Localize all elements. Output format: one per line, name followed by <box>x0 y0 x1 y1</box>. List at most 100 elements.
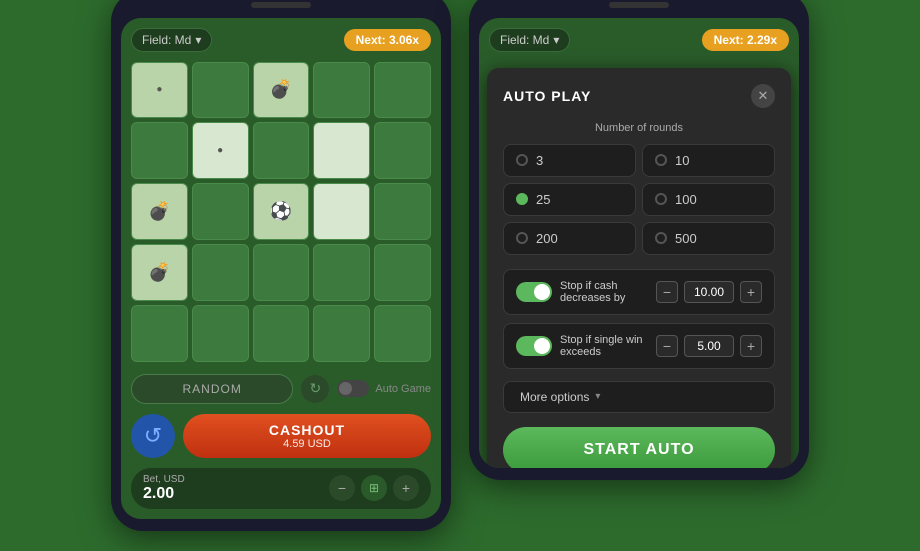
dot-icon: ● <box>156 84 162 95</box>
bet-controls: − ⊞ + <box>329 475 419 501</box>
left-phone: Field: Md ▾ Next: 3.06x ● 💣 ● <box>111 0 451 531</box>
stop-cash-toggle[interactable] <box>516 282 552 302</box>
bet-plus-button[interactable]: + <box>393 475 419 501</box>
grid-cell[interactable] <box>131 305 188 362</box>
grid-cell[interactable] <box>192 305 249 362</box>
grid-cell[interactable] <box>313 62 370 119</box>
grid-cell[interactable] <box>253 122 310 179</box>
auto-game-toggle[interactable] <box>337 380 369 397</box>
close-button[interactable]: ✕ <box>751 84 775 108</box>
spin-icon: ↺ <box>144 423 162 449</box>
grid-cell[interactable] <box>192 62 249 119</box>
left-field-selector[interactable]: Field: Md ▾ <box>131 28 212 52</box>
rounds-label: Number of rounds <box>503 122 775 134</box>
round-option-100[interactable]: 100 <box>642 183 775 216</box>
bet-minus-button[interactable]: − <box>329 475 355 501</box>
stop-win-option: Stop if single win exceeds − 5.00 + <box>503 323 775 369</box>
stop-cash-controls: − 10.00 + <box>656 281 762 303</box>
round-option-200[interactable]: 200 <box>503 222 636 255</box>
phone-notch-right <box>609 2 669 8</box>
stop-cash-minus[interactable]: − <box>656 281 678 303</box>
dot-icon: ● <box>217 145 223 156</box>
stop-win-minus[interactable]: − <box>656 335 678 357</box>
round-option-10[interactable]: 10 <box>642 144 775 177</box>
more-options-button[interactable]: More options ▾ <box>503 381 775 413</box>
auto-game-toggle-row: Auto Game <box>337 380 431 397</box>
grid-cell[interactable] <box>253 244 310 301</box>
right-phone-inner: Field: Md ▾ Next: 2.29x AUTO PLAY ✕ Numb… <box>479 18 799 468</box>
stop-win-knob <box>534 338 550 354</box>
stop-cash-plus[interactable]: + <box>740 281 762 303</box>
refresh-icon[interactable]: ↻ <box>301 375 329 403</box>
round-value-500: 500 <box>675 231 697 246</box>
grid-cell[interactable] <box>313 305 370 362</box>
round-radio-10 <box>655 154 667 166</box>
grid-cell[interactable] <box>253 305 310 362</box>
grid-cell[interactable] <box>313 183 370 240</box>
right-next-badge: Next: 2.29x <box>702 29 789 51</box>
spin-button[interactable]: ↺ <box>131 414 175 458</box>
grid-cell[interactable] <box>374 305 431 362</box>
round-radio-3 <box>516 154 528 166</box>
bet-row: Bet, USD 2.00 − ⊞ + <box>131 468 431 509</box>
grid-cell[interactable] <box>192 244 249 301</box>
grid-cell[interactable]: 💣 <box>131 183 188 240</box>
stop-cash-option: Stop if cash decreases by − 10.00 + <box>503 269 775 315</box>
phone-notch <box>251 2 311 8</box>
grid-cell[interactable]: ⚽ <box>253 183 310 240</box>
grid-cell[interactable]: ● <box>131 62 188 119</box>
round-radio-25 <box>516 193 528 205</box>
round-value-100: 100 <box>675 192 697 207</box>
grid-cell[interactable] <box>192 183 249 240</box>
plus-icon: + <box>747 284 755 300</box>
bet-value: 2.00 <box>143 485 185 503</box>
stop-win-toggle[interactable] <box>516 336 552 356</box>
bomb-icon: 💣 <box>148 262 170 283</box>
grid-cell[interactable]: 💣 <box>131 244 188 301</box>
grid-cell[interactable] <box>313 244 370 301</box>
grid-cell[interactable] <box>374 183 431 240</box>
layers-icon: ⊞ <box>369 481 379 495</box>
close-icon: ✕ <box>758 88 769 104</box>
stack-icon[interactable]: ⊞ <box>361 475 387 501</box>
bet-info: Bet, USD 2.00 <box>143 474 185 503</box>
round-value-10: 10 <box>675 153 689 168</box>
minus-icon: − <box>663 338 671 354</box>
round-value-200: 200 <box>536 231 558 246</box>
round-value-3: 3 <box>536 153 543 168</box>
stop-win-plus[interactable]: + <box>740 335 762 357</box>
round-option-25[interactable]: 25 <box>503 183 636 216</box>
bottom-controls: RANDOM ↻ Auto Game ↺ CASHOUT <box>131 374 431 509</box>
round-radio-500 <box>655 232 667 244</box>
cashout-row: ↺ CASHOUT 4.59 USD <box>131 414 431 458</box>
grid-cell[interactable] <box>374 122 431 179</box>
stop-win-value[interactable]: 5.00 <box>684 335 734 357</box>
minus-icon: − <box>338 480 346 496</box>
chevron-down-icon: ▾ <box>595 391 600 402</box>
right-field-selector[interactable]: Field: Md ▾ <box>489 28 570 52</box>
start-auto-button[interactable]: START AUTO <box>503 427 775 468</box>
random-button[interactable]: RANDOM <box>131 374 293 404</box>
right-header: Field: Md ▾ Next: 2.29x <box>489 28 789 52</box>
auto-play-title: AUTO PLAY <box>503 88 591 104</box>
cashout-button[interactable]: CASHOUT 4.59 USD <box>183 414 431 458</box>
grid-cell[interactable] <box>131 122 188 179</box>
grid-cell[interactable] <box>374 62 431 119</box>
grid-cell[interactable]: 💣 <box>253 62 310 119</box>
round-option-3[interactable]: 3 <box>503 144 636 177</box>
auto-play-header: AUTO PLAY ✕ <box>503 84 775 108</box>
stop-cash-knob <box>534 284 550 300</box>
round-value-25: 25 <box>536 192 550 207</box>
stop-cash-value[interactable]: 10.00 <box>684 281 734 303</box>
rounds-grid: 3 10 25 100 <box>503 144 775 255</box>
plus-icon: + <box>402 480 410 496</box>
grid-cell[interactable] <box>313 122 370 179</box>
left-chevron-icon: ▾ <box>195 33 201 47</box>
game-grid: ● 💣 ● 💣 ⚽ 💣 <box>131 62 431 362</box>
more-options-label: More options <box>520 390 589 404</box>
grid-cell[interactable] <box>374 244 431 301</box>
cashout-sub: 4.59 USD <box>195 438 419 450</box>
round-radio-100 <box>655 193 667 205</box>
round-option-500[interactable]: 500 <box>642 222 775 255</box>
grid-cell[interactable]: ● <box>192 122 249 179</box>
